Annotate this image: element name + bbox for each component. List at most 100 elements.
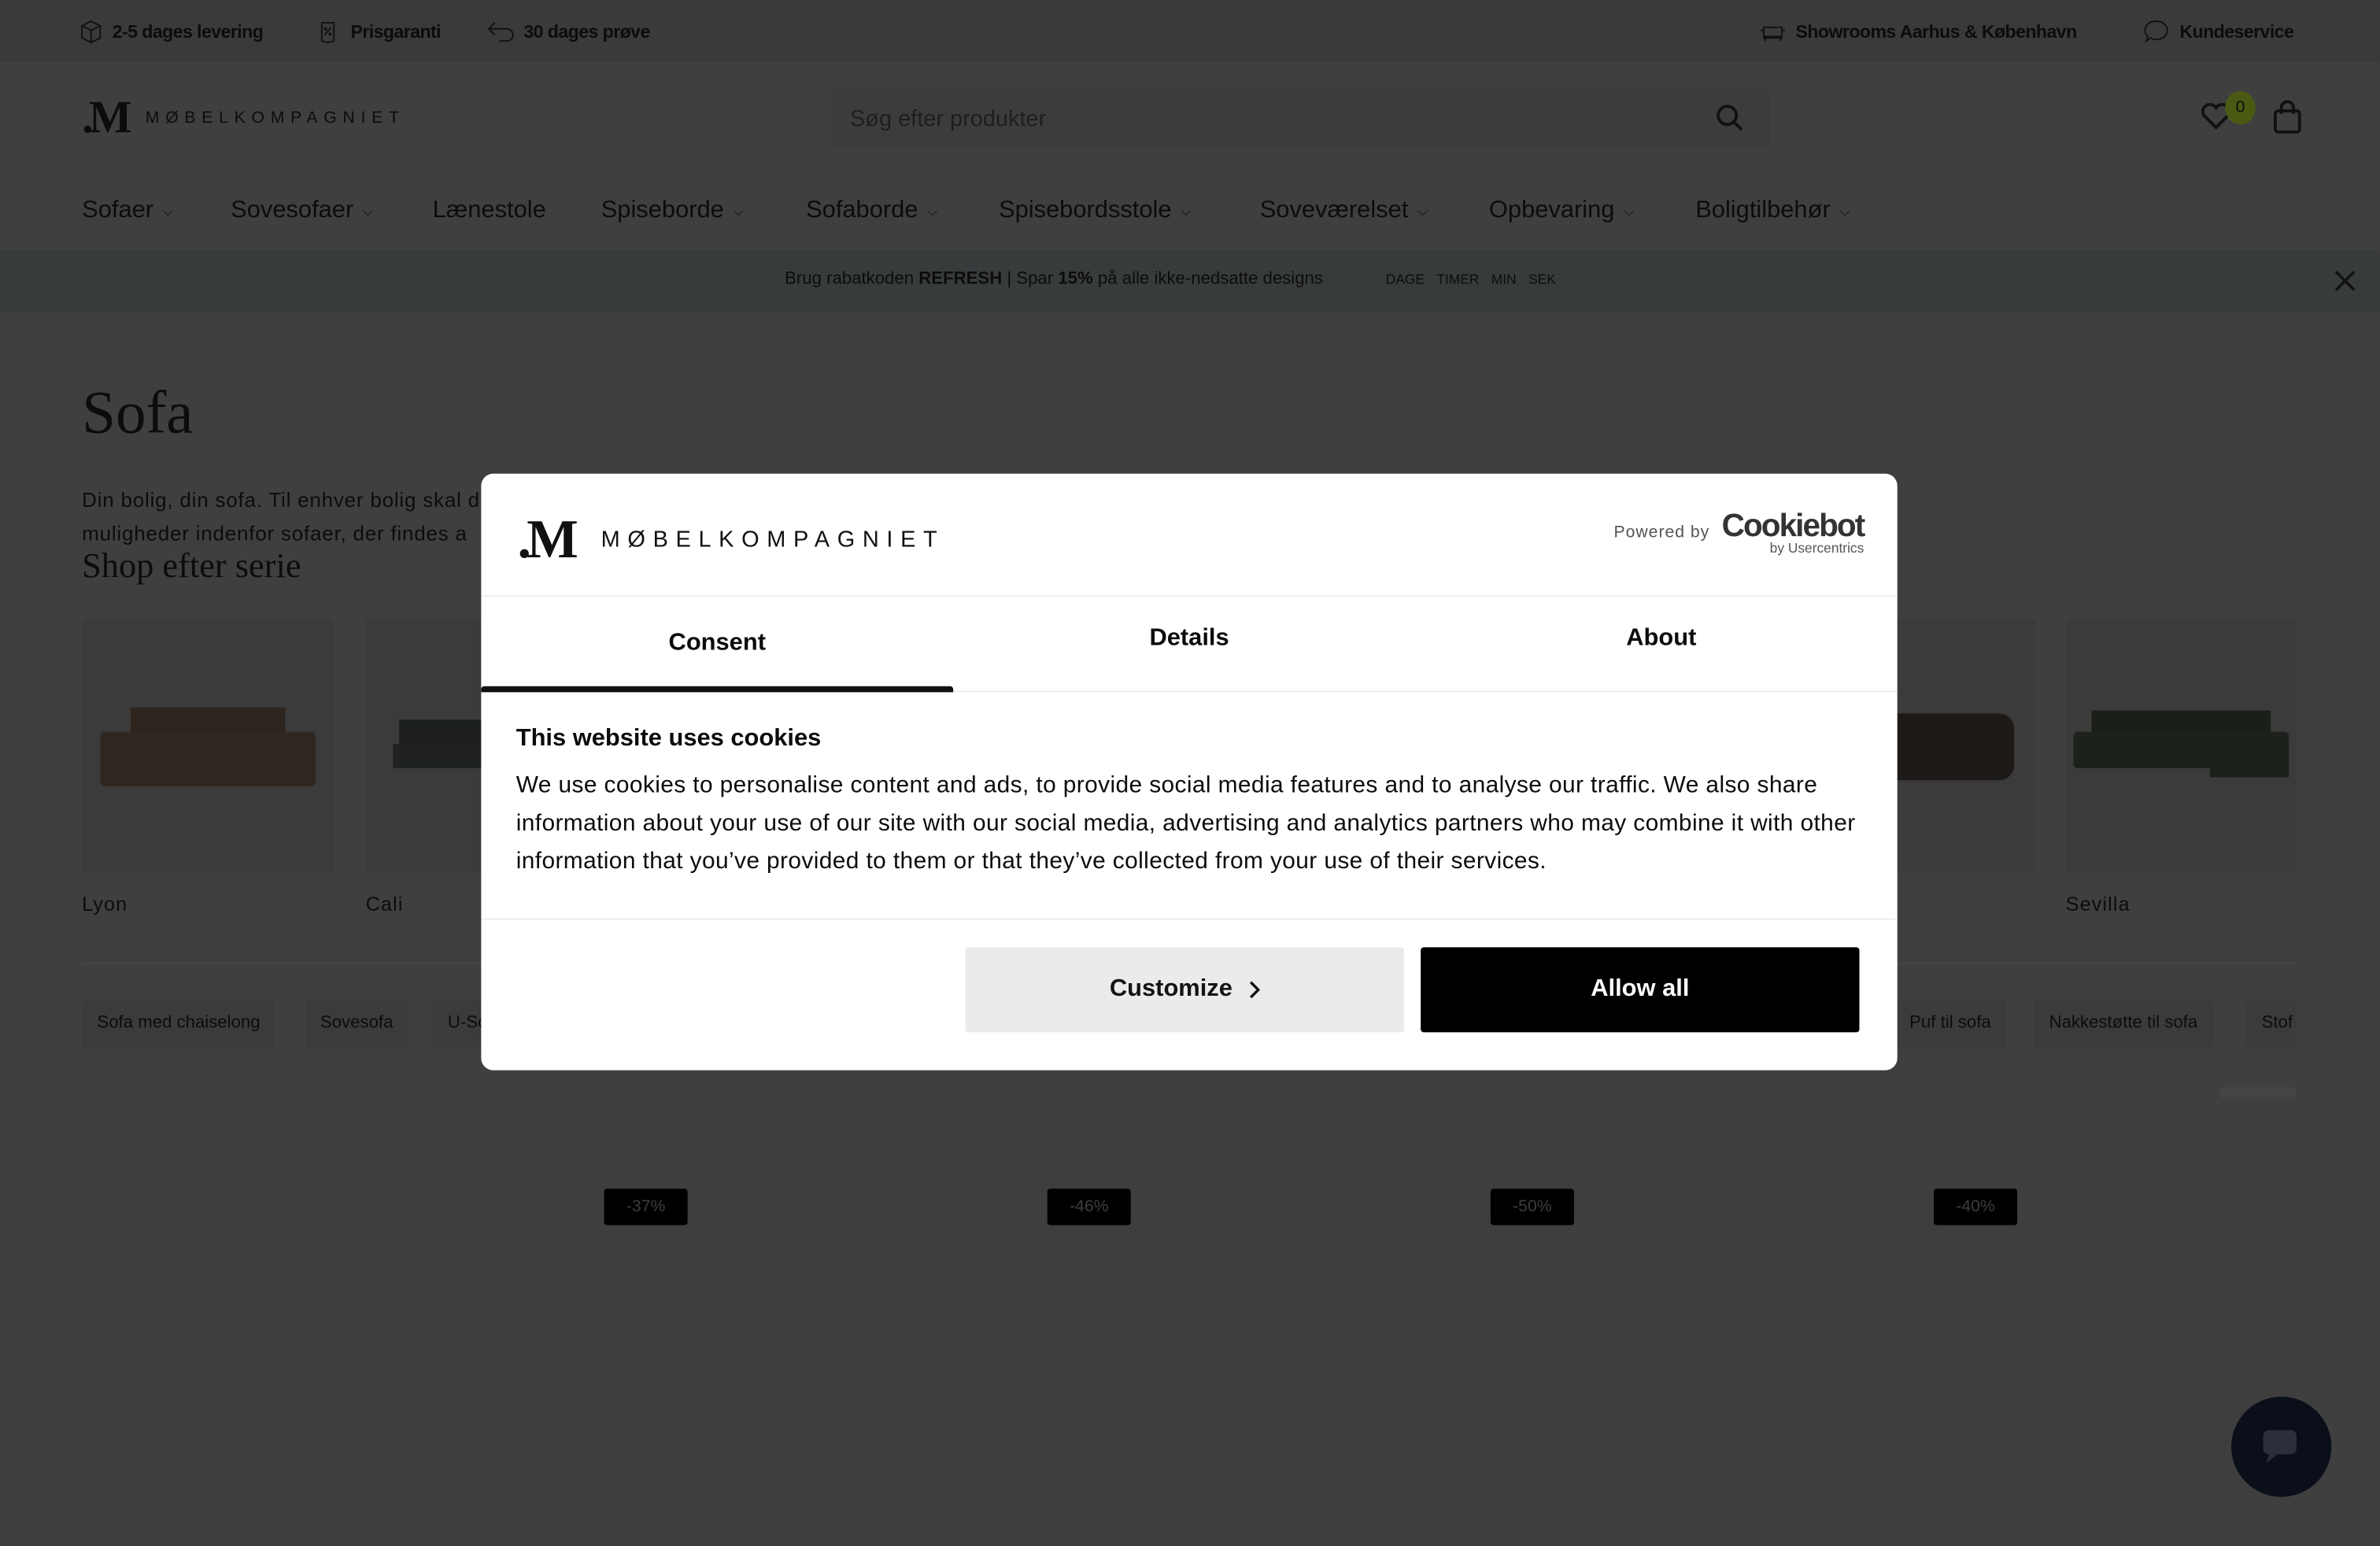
wishlist-count-badge: 0 [2225, 91, 2256, 125]
chevron-down-icon: ⌵ [927, 202, 938, 218]
chip-stof[interactable]: Stof [2246, 1000, 2297, 1048]
promo-code: REFRESH [918, 270, 1003, 289]
usp-price[interactable]: Prisgaranti [314, 20, 442, 44]
tab-consent[interactable]: Consent [481, 595, 954, 693]
product-card[interactable]: -46% [1019, 1161, 1412, 1546]
series-tile-lyon[interactable] [82, 619, 334, 873]
chip-sovesofa[interactable]: Sovesofa [305, 1000, 408, 1048]
search-input[interactable] [847, 87, 1703, 150]
chevron-down-icon: ⌵ [1839, 202, 1850, 218]
dialog-header: .M MØBELKOMPAGNIET Powered by Cookiebot … [481, 474, 1898, 597]
showrooms-link[interactable]: Showrooms Aarhus & København [1759, 20, 2077, 44]
chat-button[interactable] [2230, 1396, 2332, 1497]
nav-opbevaring[interactable]: Opbevaring ⌵ [1489, 198, 1634, 225]
nav-label: Soveværelset [1259, 197, 1409, 224]
chip-sofa-med-chaiselong[interactable]: Sofa med chaiselong [82, 1000, 275, 1048]
tab-about[interactable]: About [1425, 595, 1898, 690]
dialog-title: This website uses cookies [516, 725, 822, 752]
sofa-image [2073, 710, 2289, 778]
logo-mark: .M [517, 509, 578, 570]
timer-hours: TIMER [1436, 272, 1480, 287]
nav-sovesofaer[interactable]: Sovesofaer ⌵ [231, 198, 373, 225]
discount-badge: -50% [1490, 1189, 1574, 1226]
customer-service-link[interactable]: Kundeservice [2143, 20, 2294, 44]
logo-text: MØBELKOMPAGNIET [601, 526, 945, 553]
cookiebot-sub: by Usercentrics [1769, 540, 1864, 556]
timer-seconds: SEK [1528, 272, 1556, 287]
price-tag-icon [320, 21, 335, 43]
promo-suffix: på alle ikke-nedsatte designs [1092, 270, 1323, 289]
allow-all-button[interactable]: Allow all [1421, 947, 1860, 1033]
search-icon[interactable] [1715, 103, 1746, 134]
logo-text: MØBELKOMPAGNIET [145, 109, 405, 128]
cookiebot-name: Cookiebot [1721, 509, 1866, 544]
product-card[interactable]: -50% [1463, 1161, 1855, 1546]
discount-badge: -37% [604, 1189, 688, 1226]
series-heading: Shop efter serie [82, 546, 301, 585]
sofa-image [100, 707, 316, 786]
dialog-tabs: Consent Details About [481, 595, 1898, 693]
return-arrow-icon [487, 22, 514, 43]
usp-trial[interactable]: 30 dages prøve [487, 20, 650, 44]
nav-label: Opbevaring [1488, 197, 1615, 224]
cookiebot-branding[interactable]: Powered by Cookiebot by Usercentrics [1614, 509, 1866, 556]
promo-percent: 15% [1058, 270, 1093, 289]
nav-sofaborde[interactable]: Sofaborde ⌵ [806, 198, 937, 225]
nav-label: Boligtilbehør [1695, 197, 1831, 224]
chip-puf-til-sofa[interactable]: Puf til sofa [1894, 1000, 2006, 1048]
logo-mark: .M [82, 92, 131, 143]
sofa-icon [1761, 26, 1785, 42]
series-label[interactable]: Sevilla [2066, 893, 2131, 915]
chat-icon [2263, 1429, 2297, 1464]
dialog-text: We use cookies to personalise content an… [516, 772, 1856, 875]
main-nav: Sofaer ⌵ Sovesofaer ⌵ Lænestole Spiseborde… [0, 171, 2380, 251]
discount-badge: -40% [1933, 1189, 2018, 1226]
chevron-down-icon: ⌵ [1624, 202, 1635, 218]
series-tile-sevilla[interactable] [2065, 619, 2297, 873]
series-label[interactable]: Cali [366, 893, 404, 915]
chevron-down-icon: ⌵ [733, 202, 744, 218]
nav-sofaer[interactable]: Sofaer ⌵ [82, 198, 173, 225]
page-title: Sofa [82, 378, 194, 446]
discount-badge: -46% [1047, 1189, 1131, 1226]
chevron-down-icon: ⌵ [362, 202, 373, 218]
nav-spisebordsstole[interactable]: Spisebordsstole ⌵ [999, 198, 1191, 225]
nav-label: Spiseborde [601, 197, 724, 224]
nav-sovevaerelset[interactable]: Soveværelset ⌵ [1260, 198, 1428, 225]
showrooms-label: Showrooms Aarhus & København [1795, 20, 2077, 43]
nav-label: Sofaborde [806, 197, 918, 224]
nav-label: Sofaer [82, 197, 154, 224]
product-card[interactable]: -37% [576, 1161, 959, 1546]
usp-label: 30 dages prøve [523, 20, 650, 43]
nav-boligtilbehor[interactable]: Boligtilbehør ⌵ [1695, 198, 1850, 225]
series-label[interactable]: Lyon [82, 893, 128, 915]
countdown-timer: DAGE TIMER MIN SEK [1386, 272, 1556, 287]
chevron-right-icon [1249, 981, 1260, 999]
product-card[interactable]: -40% [1906, 1161, 2297, 1546]
search-box [831, 87, 1770, 150]
chips-scrollbar[interactable] [2219, 1086, 2297, 1100]
promo-middle: | Spar [1002, 270, 1059, 289]
cookie-consent-dialog: .M MØBELKOMPAGNIET Powered by Cookiebot … [481, 473, 1898, 1071]
usp-label: Prisgaranti [350, 20, 442, 43]
site-logo[interactable]: .M MØBELKOMPAGNIET [82, 93, 405, 145]
dialog-body: This website uses cookies We use cookies… [516, 726, 1867, 881]
promo-bar: Brug rabatkoden REFRESH | Spar 15% på al… [0, 250, 2380, 313]
cookiebot-logo: Cookiebot by Usercentrics [1721, 509, 1866, 556]
nav-laenestole[interactable]: Lænestole [433, 198, 546, 225]
customize-button[interactable]: Customize [965, 947, 1404, 1033]
chevron-down-icon: ⌵ [1181, 202, 1192, 218]
page: 2-5 dages levering Prisgaranti 30 dages … [0, 0, 2380, 1546]
promo-text: Brug rabatkoden REFRESH | Spar 15% på al… [785, 270, 1323, 288]
promo-prefix: Brug rabatkoden [785, 270, 919, 289]
chip-nakkestotte-til-sofa[interactable]: Nakkestøtte til sofa [2034, 1000, 2213, 1048]
nav-spiseborde[interactable]: Spiseborde ⌵ [601, 198, 744, 225]
nav-label: Lænestole [432, 197, 546, 224]
timer-days: DAGE [1385, 272, 1425, 287]
usp-delivery[interactable]: 2-5 dages levering [76, 20, 264, 44]
usp-bar: 2-5 dages levering Prisgaranti 30 dages … [0, 0, 2380, 63]
close-icon[interactable] [2334, 270, 2356, 291]
shopping-bag-icon[interactable] [2272, 100, 2303, 134]
chevron-down-icon: ⌵ [162, 202, 173, 218]
tab-details[interactable]: Details [953, 595, 1425, 690]
